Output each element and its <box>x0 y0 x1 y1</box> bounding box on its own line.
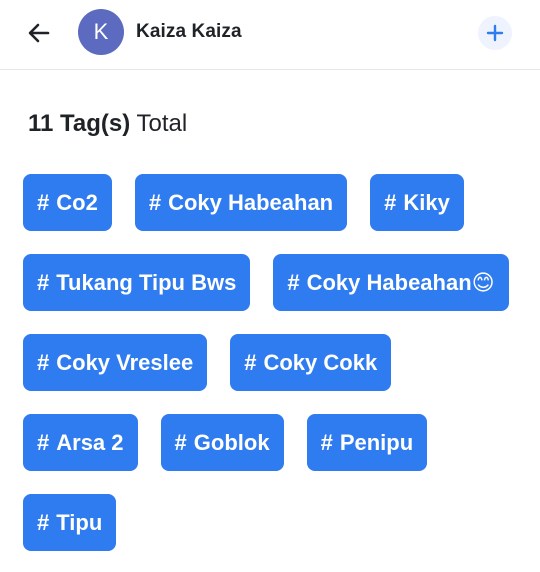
tag-label: Co2 <box>56 189 98 215</box>
hash-symbol: # <box>37 429 50 455</box>
tag-list: # Co2 # Coky Habeahan # Kiky # Tukang Tipu B… <box>23 174 523 551</box>
tag-label: Goblok <box>193 429 270 455</box>
username: Kaiza Kaiza <box>136 21 242 42</box>
tag-chip[interactable]: # Penipu <box>306 414 428 471</box>
hash-symbol: # <box>244 349 257 375</box>
avatar-letter: K <box>93 19 109 44</box>
tag-label: Coky Habeahan😊 <box>306 269 495 295</box>
tag-chip[interactable]: # Coky Cokk <box>230 334 392 391</box>
tag-chip[interactable]: # Coky Habeahan😊 <box>273 254 509 311</box>
avatar[interactable]: K <box>78 9 124 55</box>
tag-label: Coky Cokk <box>263 349 378 375</box>
tag-label: Kiky <box>403 189 450 215</box>
hash-symbol: # <box>37 269 50 295</box>
tag-label: Penipu <box>339 429 414 455</box>
tag-total: 11 Tag(s) Total <box>28 110 187 138</box>
arrow-left-icon <box>28 23 50 43</box>
back-button[interactable] <box>22 16 56 50</box>
hash-symbol: # <box>37 509 50 535</box>
tag-chip[interactable]: # Coky Habeahan <box>134 174 348 231</box>
tag-chip[interactable]: # Goblok <box>160 414 284 471</box>
app-header: K Kaiza Kaiza <box>0 0 540 70</box>
tag-chip[interactable]: # Tipu <box>23 494 117 551</box>
tag-label: Tukang Tipu Bws <box>56 269 237 295</box>
hash-symbol: # <box>37 189 50 215</box>
tag-chip[interactable]: # Arsa 2 <box>23 414 138 471</box>
tag-chip[interactable]: # Kiky <box>370 174 464 231</box>
tag-chip[interactable]: # Tukang Tipu Bws <box>23 254 251 311</box>
hash-symbol: # <box>320 429 333 455</box>
tag-label: Tipu <box>56 509 103 535</box>
tag-label: Coky Habeahan <box>168 189 334 215</box>
tag-chip[interactable]: # Coky Vreslee <box>23 334 208 391</box>
tag-count: 11 Tag(s) <box>28 110 131 137</box>
tag-label: Coky Vreslee <box>56 349 194 375</box>
add-tag-button[interactable] <box>478 16 512 50</box>
hash-symbol: # <box>37 349 50 375</box>
tag-total-label: Total <box>136 110 188 137</box>
tag-label: Arsa 2 <box>56 429 124 455</box>
hash-symbol: # <box>384 189 397 215</box>
tag-chip[interactable]: # Co2 <box>23 174 112 231</box>
plus-icon <box>486 24 504 42</box>
hash-symbol: # <box>287 269 300 295</box>
hash-symbol: # <box>148 189 162 215</box>
hash-symbol: # <box>174 429 187 455</box>
